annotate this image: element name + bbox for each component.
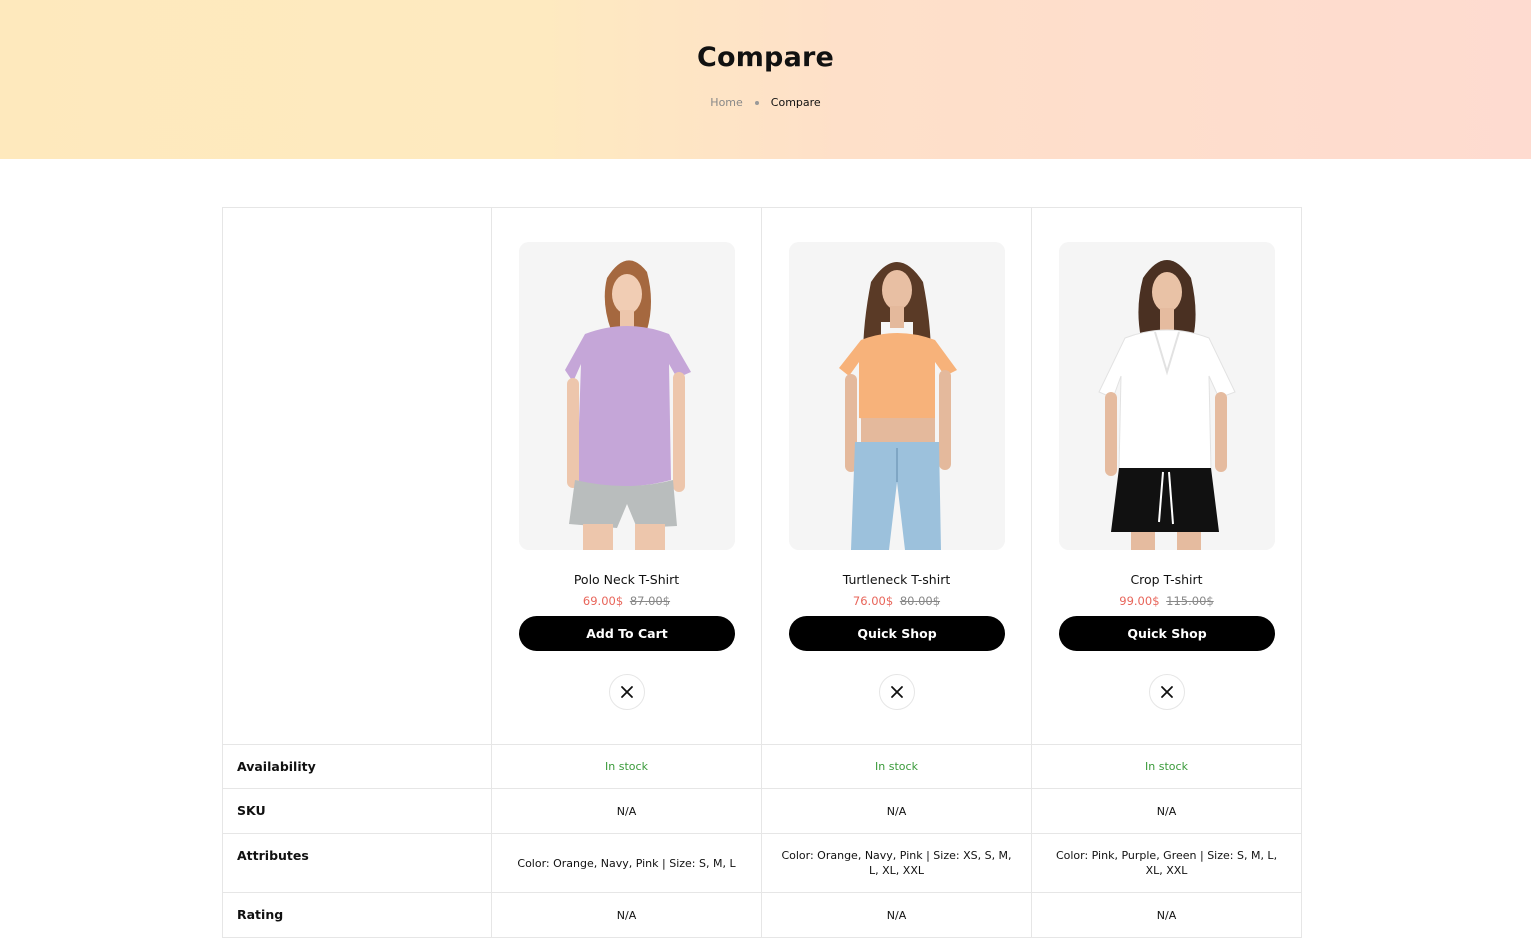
attributes-value: Color: Orange, Navy, Pink | Size: S, M, … bbox=[492, 834, 762, 893]
product-image-turtleneck[interactable] bbox=[789, 242, 1005, 550]
sale-price: 69.00$ bbox=[582, 594, 624, 608]
row-label: Availability bbox=[223, 745, 492, 789]
attributes-value: Color: Pink, Purple, Green | Size: S, M,… bbox=[1032, 834, 1302, 893]
compare-products-row: Polo Neck T-Shirt 69.00$ 87.00$ Add To C… bbox=[223, 208, 1302, 745]
remove-product-button[interactable] bbox=[609, 674, 645, 710]
compare-empty-corner bbox=[223, 208, 492, 745]
product-price: 99.00$ 115.00$ bbox=[1032, 594, 1301, 608]
original-price: 87.00$ bbox=[629, 594, 671, 608]
page-header-banner: Compare Home Compare bbox=[0, 0, 1531, 159]
remove-product-button[interactable] bbox=[879, 674, 915, 710]
rating-value: N/A bbox=[762, 893, 1032, 938]
compare-table: Polo Neck T-Shirt 69.00$ 87.00$ Add To C… bbox=[222, 207, 1302, 938]
compare-attributes-row: Attributes Color: Orange, Navy, Pink | S… bbox=[223, 834, 1302, 893]
add-to-cart-button[interactable]: Add To Cart bbox=[519, 616, 735, 651]
product-image-polo-neck[interactable] bbox=[519, 242, 735, 550]
sku-value: N/A bbox=[1032, 789, 1302, 834]
sale-price: 99.00$ bbox=[1119, 594, 1160, 608]
remove-product-button[interactable] bbox=[1149, 674, 1185, 710]
quick-shop-button[interactable]: Quick Shop bbox=[789, 616, 1005, 651]
rating-value: N/A bbox=[492, 893, 762, 938]
compare-product-column: Polo Neck T-Shirt 69.00$ 87.00$ Add To C… bbox=[492, 208, 762, 745]
sku-value: N/A bbox=[492, 789, 762, 834]
breadcrumb-current: Compare bbox=[770, 96, 821, 109]
attributes-value: Color: Orange, Navy, Pink | Size: XS, S,… bbox=[762, 834, 1032, 893]
product-price: 69.00$ 87.00$ bbox=[492, 594, 761, 608]
close-icon bbox=[621, 686, 633, 698]
row-label: Rating bbox=[223, 893, 492, 938]
breadcrumb-home-link[interactable]: Home bbox=[710, 96, 742, 109]
availability-value: In stock bbox=[492, 745, 762, 789]
breadcrumb: Home Compare bbox=[0, 96, 1531, 109]
sku-value: N/A bbox=[762, 789, 1032, 834]
close-icon bbox=[1161, 686, 1173, 698]
product-image-crop-tshirt[interactable] bbox=[1059, 242, 1275, 550]
product-photo bbox=[789, 242, 1005, 550]
sale-price: 76.00$ bbox=[852, 594, 894, 608]
page-title: Compare bbox=[696, 42, 835, 73]
compare-product-column: Crop T-shirt 99.00$ 115.00$ Quick Shop bbox=[1032, 208, 1302, 745]
compare-availability-row: Availability In stock In stock In stock bbox=[223, 745, 1302, 789]
original-price: 115.00$ bbox=[1166, 594, 1214, 608]
rating-value: N/A bbox=[1032, 893, 1302, 938]
compare-rating-row: Rating N/A N/A N/A bbox=[223, 893, 1302, 938]
product-name[interactable]: Polo Neck T-Shirt bbox=[492, 572, 761, 587]
product-name[interactable]: Crop T-shirt bbox=[1032, 572, 1301, 587]
original-price: 80.00$ bbox=[899, 594, 941, 608]
compare-sku-row: SKU N/A N/A N/A bbox=[223, 789, 1302, 834]
product-photo bbox=[1059, 242, 1275, 550]
availability-value: In stock bbox=[762, 745, 1032, 789]
breadcrumb-separator-dot bbox=[754, 100, 759, 105]
close-icon bbox=[891, 686, 903, 698]
product-price: 76.00$ 80.00$ bbox=[762, 594, 1031, 608]
row-label: Attributes bbox=[223, 834, 492, 893]
compare-product-column: Turtleneck T-shirt 76.00$ 80.00$ Quick S… bbox=[762, 208, 1032, 745]
quick-shop-button[interactable]: Quick Shop bbox=[1059, 616, 1275, 651]
product-name[interactable]: Turtleneck T-shirt bbox=[762, 572, 1031, 587]
product-photo bbox=[519, 242, 735, 550]
row-label: SKU bbox=[223, 789, 492, 834]
availability-value: In stock bbox=[1032, 745, 1302, 789]
